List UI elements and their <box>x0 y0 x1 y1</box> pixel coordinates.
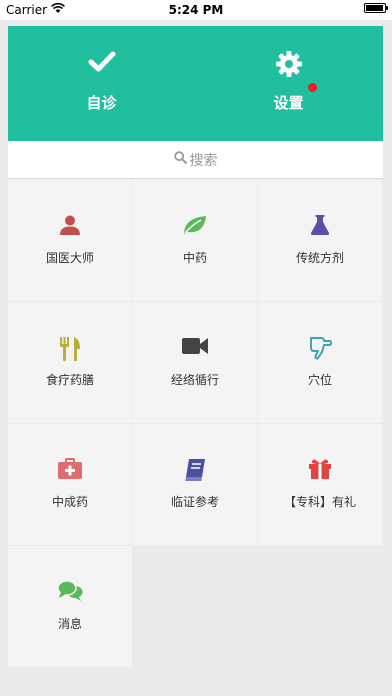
grid-item-clinical-reference[interactable]: 临证参考 <box>133 424 257 545</box>
leaf-icon <box>133 214 257 236</box>
checkmark-icon <box>8 50 195 74</box>
search-bar[interactable]: 搜索 <box>8 141 383 179</box>
grid-item-label: 中药 <box>182 251 207 265</box>
notification-dot <box>308 83 317 92</box>
flask-icon <box>258 214 382 236</box>
grid-item-label: 临证参考 <box>170 495 219 509</box>
grid-item-specialty-gifts[interactable]: 【专科】有礼 <box>258 424 382 545</box>
grid-item-messages[interactable]: 消息 <box>8 546 132 667</box>
grid-item-meridian-circulation[interactable]: 经络循行 <box>133 302 257 423</box>
gift-icon <box>258 458 382 480</box>
self-diagnosis-button[interactable]: 自诊 <box>8 26 195 141</box>
book-icon <box>133 458 257 482</box>
grid-item-traditional-prescriptions[interactable]: 传统方剂 <box>258 180 382 301</box>
person-icon <box>8 214 132 236</box>
self-diagnosis-label: 自诊 <box>86 94 117 112</box>
video-camera-icon <box>133 336 257 356</box>
status-bar: Carrier 5:24 PM <box>0 0 392 20</box>
grid-item-master-physicians[interactable]: 国医大师 <box>8 180 132 301</box>
grid-item-label: 经络循行 <box>170 373 219 387</box>
grid-item-label: 中成药 <box>51 495 88 509</box>
chat-bubbles-icon <box>8 580 132 602</box>
settings-label: 设置 <box>273 94 304 112</box>
status-right <box>364 3 388 13</box>
fork-knife-icon <box>8 336 132 362</box>
grid-item-label: 传统方剂 <box>295 251 344 265</box>
grid-item-chinese-herbs[interactable]: 中药 <box>133 180 257 301</box>
grid-item-label: 消息 <box>57 617 82 631</box>
status-time: 5:24 PM <box>168 3 224 17</box>
search-placeholder: 搜索 <box>189 152 218 169</box>
grid-item-label: 穴位 <box>307 373 332 387</box>
pointing-hand-icon <box>258 336 382 360</box>
grid-item-label: 食疗药膳 <box>45 373 94 387</box>
grid-item-label: 国医大师 <box>45 251 94 265</box>
battery-icon <box>364 3 388 13</box>
medical-kit-icon <box>8 458 132 480</box>
header-panel: 自诊 设置 <box>8 26 383 141</box>
grid-item-acupoints[interactable]: 穴位 <box>258 302 382 423</box>
settings-button[interactable]: 设置 <box>195 26 382 141</box>
search-icon <box>173 151 187 168</box>
grid-item-patent-medicines[interactable]: 中成药 <box>8 424 132 545</box>
gear-icon <box>195 50 382 78</box>
grid-item-dietary-therapy[interactable]: 食疗药膳 <box>8 302 132 423</box>
grid-item-label: 【专科】有礼 <box>283 495 356 509</box>
